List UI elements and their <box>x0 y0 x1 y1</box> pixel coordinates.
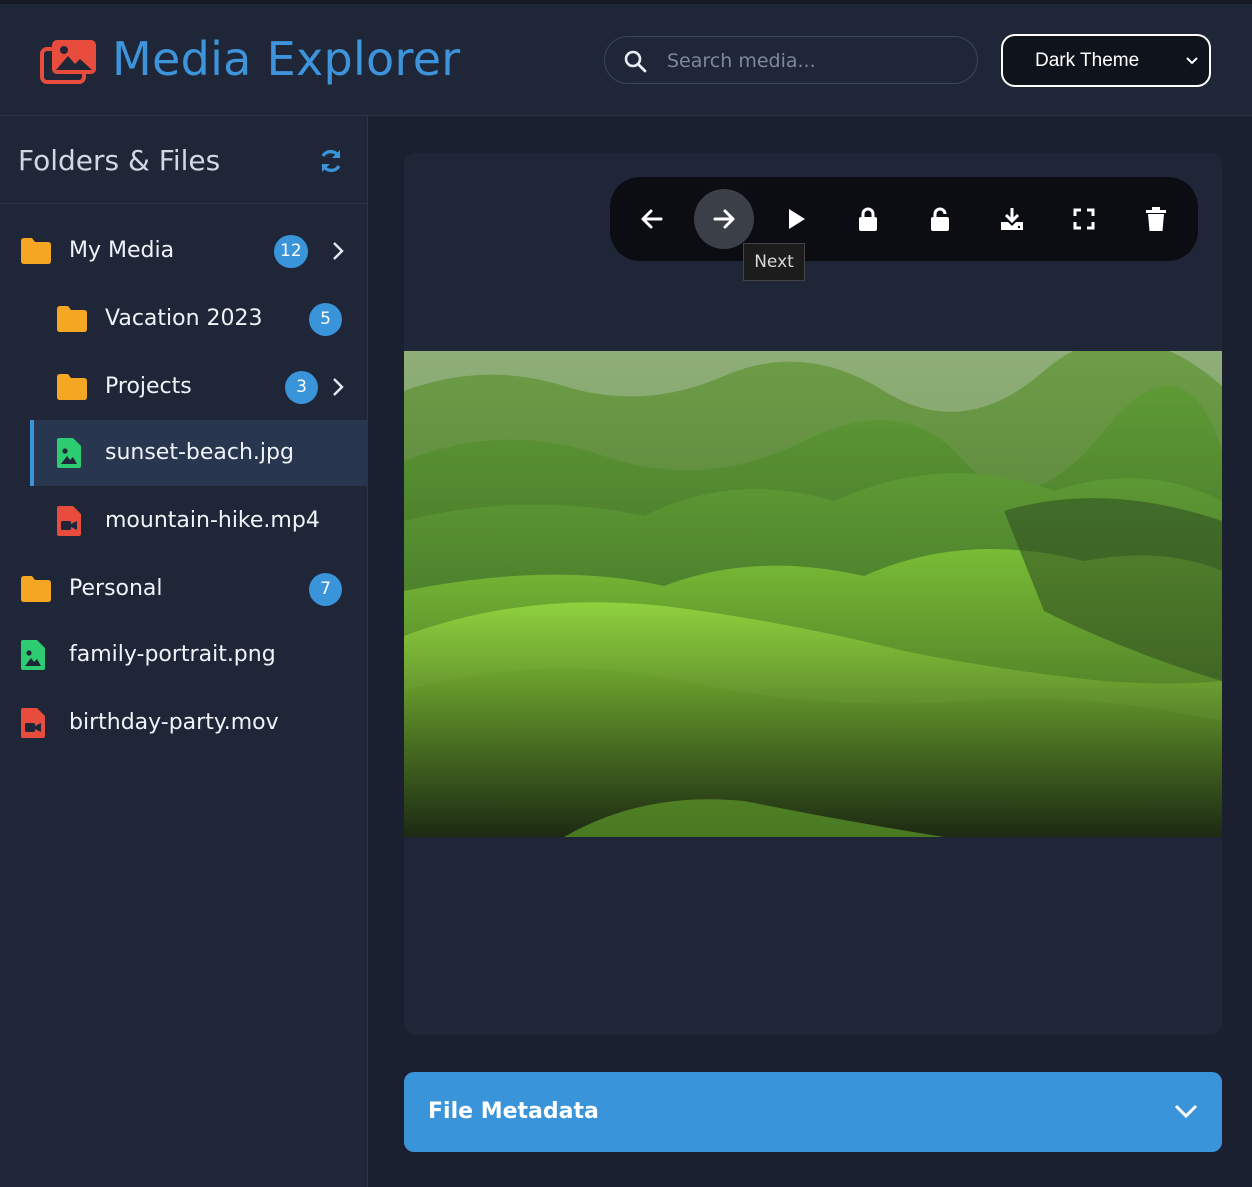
search-icon <box>624 50 647 73</box>
chevron-down-icon <box>1174 1104 1198 1119</box>
viewer-toolbar <box>610 177 1198 261</box>
sidebar: Folders & Files My Media 12 Vacation 202… <box>0 116 368 1187</box>
image-file-icon <box>57 438 81 468</box>
unlock-button[interactable] <box>910 189 970 249</box>
folder-icon <box>57 374 87 400</box>
app-header: Media Explorer Dark Theme <box>0 4 1252 116</box>
fullscreen-button[interactable] <box>1054 189 1114 249</box>
arrow-right-icon <box>713 209 735 229</box>
chevron-right-icon[interactable] <box>330 376 346 398</box>
delete-button[interactable] <box>1126 189 1186 249</box>
tree-item-label: My Media <box>69 238 175 263</box>
tree-item-my-media[interactable]: My Media 12 <box>0 218 367 284</box>
landscape-image <box>404 351 1222 837</box>
tree-item-vacation-2023[interactable]: Vacation 2023 5 <box>0 286 367 352</box>
tree-item-label: sunset-beach.jpg <box>105 440 294 465</box>
video-file-icon <box>57 506 81 536</box>
count-badge: 3 <box>285 371 318 404</box>
video-file-icon <box>21 708 45 738</box>
arrow-left-icon <box>641 209 663 229</box>
tree-item-birthday-party[interactable]: birthday-party.mov <box>0 690 367 756</box>
tree-item-projects[interactable]: Projects 3 <box>0 354 367 420</box>
folder-icon <box>21 238 51 264</box>
sidebar-title: Folders & Files <box>18 144 221 177</box>
media-viewer: Next <box>404 153 1222 1035</box>
count-badge: 5 <box>309 303 342 336</box>
main-content: Next File Metadata <box>368 116 1252 1187</box>
previous-button[interactable] <box>622 189 682 249</box>
expand-icon <box>1073 208 1095 230</box>
next-tooltip: Next <box>743 243 805 281</box>
file-metadata-panel[interactable]: File Metadata <box>404 1072 1222 1152</box>
sidebar-header: Folders & Files <box>0 116 367 204</box>
app-title: Media Explorer <box>112 32 461 86</box>
download-icon <box>1001 208 1023 230</box>
next-button[interactable] <box>694 189 754 249</box>
image-file-icon <box>21 640 45 670</box>
search-input[interactable] <box>665 43 969 79</box>
count-badge: 7 <box>309 573 342 606</box>
sync-icon[interactable] <box>318 148 344 174</box>
count-badge: 12 <box>274 235 308 268</box>
tree-item-personal[interactable]: Personal 7 <box>0 556 367 622</box>
tree-item-label: Vacation 2023 <box>105 306 263 331</box>
tree-item-sunset-beach[interactable]: sunset-beach.jpg <box>30 420 367 486</box>
tree-item-label: family-portrait.png <box>69 642 276 667</box>
play-icon <box>789 209 805 229</box>
search-box[interactable] <box>604 36 978 84</box>
theme-select-value: Dark Theme <box>1035 50 1140 71</box>
tree-item-label: mountain-hike.mp4 <box>105 508 320 533</box>
tree-item-label: birthday-party.mov <box>69 710 279 735</box>
folder-icon <box>21 576 51 602</box>
download-button[interactable] <box>982 189 1042 249</box>
images-icon <box>40 40 96 84</box>
play-button[interactable] <box>766 189 826 249</box>
unlock-icon <box>931 207 949 231</box>
chevron-down-icon <box>1186 57 1198 65</box>
tree-item-family-portrait[interactable]: family-portrait.png <box>0 622 367 688</box>
tree-item-mountain-hike[interactable]: mountain-hike.mp4 <box>0 488 367 554</box>
trash-icon <box>1146 207 1166 231</box>
tree-item-label: Projects <box>105 374 192 399</box>
theme-select[interactable]: Dark Theme <box>1001 34 1211 87</box>
tree-item-label: Personal <box>69 576 163 601</box>
chevron-right-icon[interactable] <box>330 240 346 262</box>
file-metadata-title: File Metadata <box>428 1099 599 1124</box>
folder-icon <box>57 306 87 332</box>
lock-button[interactable] <box>838 189 898 249</box>
lock-icon <box>859 207 877 231</box>
